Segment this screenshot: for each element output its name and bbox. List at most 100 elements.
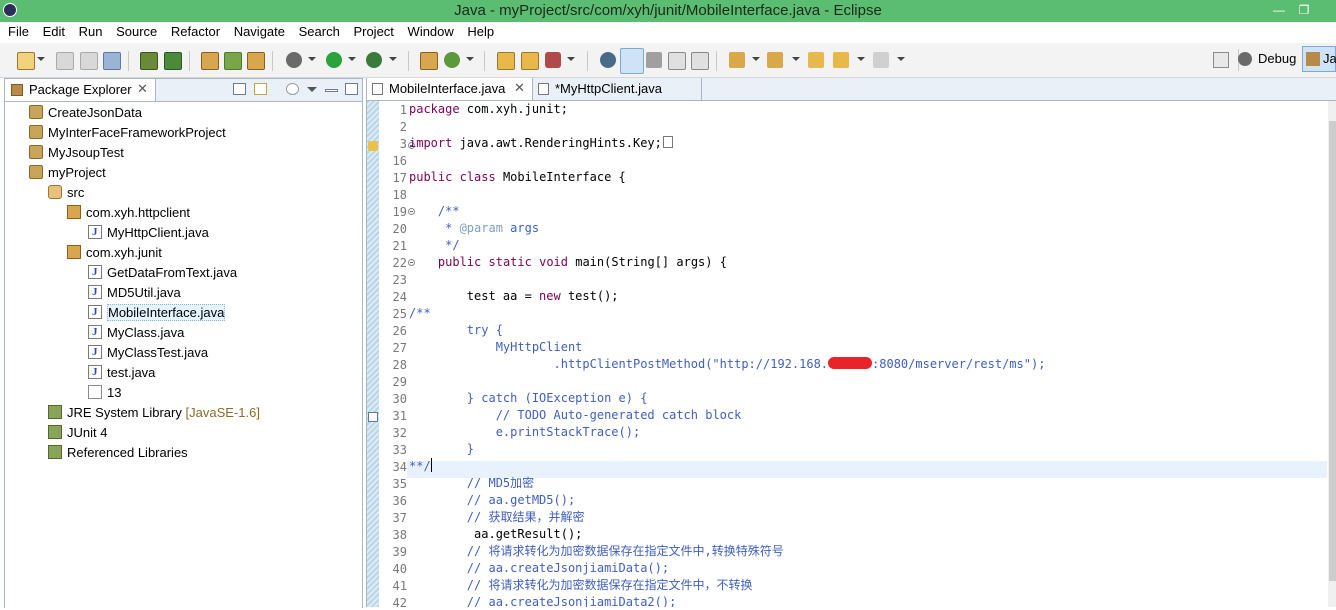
tree-file-myhttpclient[interactable]: MyHttpClient.java <box>88 222 209 243</box>
import-icon[interactable] <box>140 52 158 70</box>
next-annotation-icon[interactable] <box>729 52 745 68</box>
menu-help[interactable]: Help <box>467 22 494 39</box>
minimize-view-icon[interactable] <box>325 89 338 92</box>
open-perspective-icon[interactable] <box>1213 52 1229 68</box>
link-with-editor-icon[interactable] <box>254 83 267 95</box>
tree-library-junit4[interactable]: JUnit 4 <box>48 423 107 443</box>
restore-icon[interactable]: ❐ <box>1293 2 1315 18</box>
minimize-icon[interactable]: — <box>1268 2 1290 18</box>
tree-file-mobileinterface[interactable]: MobileInterface.java <box>88 302 226 323</box>
debug-icon[interactable] <box>286 52 302 68</box>
code-line-1: package com.xyh.junit; <box>409 101 568 118</box>
previous-annotation-dropdown-icon[interactable] <box>792 57 800 61</box>
open-folder-icon[interactable] <box>497 52 515 70</box>
new-class-dropdown-icon[interactable] <box>466 57 474 61</box>
tree-package-junit[interactable]: com.xyh.junit <box>67 243 162 263</box>
run-icon[interactable] <box>326 52 342 68</box>
vertical-scrollbar[interactable] <box>1328 101 1336 607</box>
back-dropdown-icon[interactable] <box>857 57 865 61</box>
menu-file[interactable]: File <box>8 22 29 39</box>
new-class-icon[interactable] <box>224 52 242 70</box>
tree-source-folder-src[interactable]: src <box>48 183 84 203</box>
last-edit-location-icon[interactable] <box>808 52 824 68</box>
toggle-mark-occurrences-icon[interactable] <box>600 52 616 68</box>
previous-annotation-icon[interactable] <box>767 52 783 68</box>
menu-edit[interactable]: Edit <box>43 22 65 39</box>
folded-block-icon[interactable] <box>662 136 673 148</box>
code-line-41: // 将请求转化为加密数据保存在指定文件中，不转换 <box>409 577 753 594</box>
code-text: */ <box>409 238 460 252</box>
tree-project-myproject[interactable]: myProject <box>29 163 106 183</box>
code-text: package com.xyh.junit; <box>409 102 568 116</box>
menu-source[interactable]: Source <box>116 22 157 39</box>
warning-icon[interactable] <box>368 141 378 151</box>
back-icon[interactable] <box>833 52 849 68</box>
tree-file-13[interactable]: 13 <box>88 383 121 403</box>
pilcrow-icon[interactable] <box>691 52 709 70</box>
package-icon <box>67 205 81 219</box>
block-selection-icon[interactable] <box>646 52 662 68</box>
library-icon <box>48 445 62 459</box>
forward-icon[interactable] <box>873 52 889 68</box>
code-text: /** <box>409 204 460 218</box>
menu-search[interactable]: Search <box>299 22 340 39</box>
tree-package-httpclient[interactable]: com.xyh.httpclient <box>67 203 190 223</box>
scrollbar-thumb[interactable] <box>1329 121 1336 581</box>
code-line-31: // TODO Auto-generated catch block <box>409 407 742 424</box>
java-perspective-button[interactable]: Ja <box>1302 46 1336 72</box>
toggle-highlight-icon[interactable] <box>620 48 644 74</box>
debug-dropdown-icon[interactable] <box>308 57 316 61</box>
show-whitespace-icon[interactable] <box>668 52 686 70</box>
debug-perspective-button[interactable]: Debug <box>1238 46 1298 72</box>
new-icon[interactable] <box>17 52 35 70</box>
file-icon <box>88 385 102 399</box>
tree-referenced-libraries[interactable]: Referenced Libraries <box>48 443 188 463</box>
external-tool-dropdown-icon[interactable] <box>389 57 397 61</box>
export-icon[interactable] <box>164 52 182 70</box>
new-dropdown-icon[interactable] <box>37 57 45 61</box>
save-all-icon[interactable] <box>80 52 98 70</box>
close-icon[interactable]: ✕ <box>137 81 148 97</box>
save-icon[interactable] <box>56 52 74 70</box>
new-java-package-icon[interactable] <box>420 52 438 70</box>
menu-navigate[interactable]: Navigate <box>234 22 285 39</box>
tree-library-jre[interactable]: JRE System Library [JavaSE-1.6] <box>48 403 260 423</box>
new-java-class-icon[interactable] <box>444 52 460 68</box>
close-icon[interactable]: ✕ <box>514 80 525 96</box>
tree-file-getdatafromtext[interactable]: GetDataFromText.java <box>88 262 237 283</box>
view-menu-icon[interactable] <box>307 87 317 92</box>
tree-project-myinterfaceframeworkproject[interactable]: MyInterFaceFrameworkProject <box>29 123 226 143</box>
tab-package-explorer[interactable]: Package Explorer ✕ <box>5 79 156 101</box>
menu-project[interactable]: Project <box>353 22 393 39</box>
search-icon[interactable] <box>545 52 561 68</box>
next-annotation-dropdown-icon[interactable] <box>752 57 760 61</box>
code-area[interactable]: package com.xyh.junit; import java.awt.R… <box>407 101 1327 607</box>
java-perspective-icon <box>1306 52 1320 66</box>
tree-project-createjsondata[interactable]: CreateJsonData <box>29 103 142 123</box>
tree-file-test[interactable]: test.java <box>88 362 155 383</box>
open-type-icon[interactable] <box>247 52 265 70</box>
tree-file-md5util[interactable]: MD5Util.java <box>88 282 181 303</box>
task-icon[interactable] <box>368 412 378 422</box>
run-dropdown-icon[interactable] <box>348 57 356 61</box>
tab-mobileinterface[interactable]: MobileInterface.java ✕ <box>367 78 533 100</box>
menu-refactor[interactable]: Refactor <box>171 22 220 39</box>
search-dropdown-icon[interactable] <box>567 57 575 61</box>
focus-on-task-icon[interactable] <box>286 83 299 95</box>
tab-myhttpclient[interactable]: *MyHttpClient.java <box>533 78 702 100</box>
print-icon[interactable] <box>103 52 121 70</box>
forward-dropdown-icon[interactable] <box>897 57 905 61</box>
menu-window[interactable]: Window <box>408 22 454 39</box>
new-package-icon[interactable] <box>201 52 219 70</box>
tree-project-myjsouptest[interactable]: MyJsoupTest <box>29 143 124 163</box>
tree-file-myclass[interactable]: MyClass.java <box>88 322 184 343</box>
tree-item-label: myProject <box>48 165 106 180</box>
collapse-all-icon[interactable] <box>233 83 246 95</box>
package-explorer-title: Package Explorer <box>29 82 132 97</box>
menu-run[interactable]: Run <box>79 22 103 39</box>
open-task-icon[interactable] <box>521 52 539 70</box>
window-title: Java - myProject/src/com/xyh/junit/Mobil… <box>454 2 882 19</box>
run-external-tool-icon[interactable] <box>366 52 382 68</box>
maximize-view-icon[interactable] <box>345 83 358 95</box>
tree-file-myclasstest[interactable]: MyClassTest.java <box>88 342 208 363</box>
